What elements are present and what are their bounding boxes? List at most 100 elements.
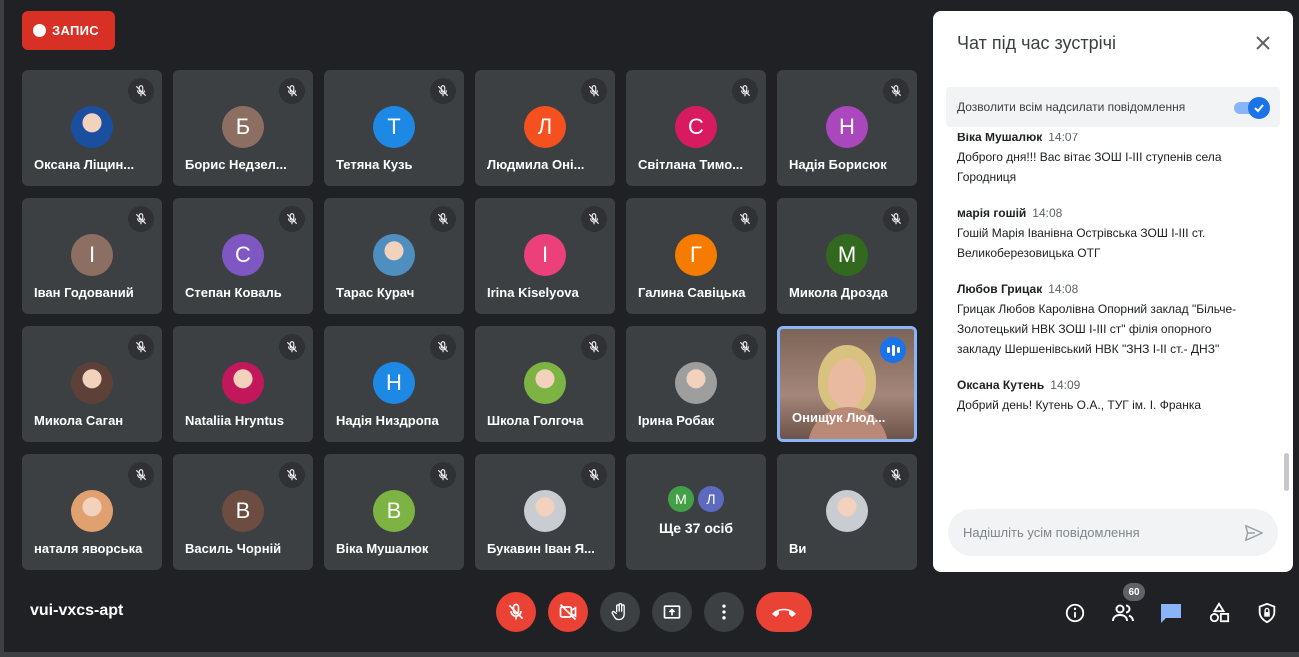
participant-tile[interactable]: С Світлана Тимо... [626,70,766,186]
chat-panel: Чат під час зустрічі Дозволити всім надс… [933,11,1293,572]
participant-name: Василь Чорній [185,541,282,556]
chat-message: Любов Грицак 14:08 Грицак Любов Каролівна … [957,282,1257,359]
participant-tile[interactable]: С Степан Коваль [173,198,313,314]
participant-tile[interactable]: Н Надія Борисюк [777,70,917,186]
participant-tile[interactable]: Оксана Ліщин... [22,70,162,186]
avatar: Г [675,234,717,276]
mic-off-icon [286,213,298,225]
participant-name: Микола Саган [34,413,124,428]
avatar [373,234,415,276]
meeting-info-button[interactable] [1062,600,1088,626]
participant-tile[interactable]: Школа Голгоча [475,326,615,442]
chat-message-meta: марія гошій 14:08 [957,206,1257,220]
chat-time: 14:07 [1048,133,1079,144]
avatar: С [222,234,264,276]
mic-off-icon [437,213,449,225]
participant-tile[interactable]: Тарас Курач [324,198,464,314]
more-options-button[interactable] [704,592,744,632]
record-dot-icon [33,24,46,37]
mic-off-icon [135,469,147,481]
participant-tile[interactable]: Б Борис Недзел... [173,70,313,186]
mic-off-icon [739,85,751,97]
avatar: І [71,234,113,276]
present-button[interactable] [652,592,692,632]
participant-tile[interactable]: Ви [777,454,917,570]
speaking-indicator-icon [880,337,906,363]
avatar: В [373,490,415,532]
muted-indicator [883,462,909,488]
chat-sender: марія гошій [957,206,1027,220]
end-call-button[interactable] [756,592,812,632]
participant-name: Онищук Люд... [792,410,886,425]
recording-badge: ЗАПИС [22,11,115,50]
participant-tile[interactable]: Микола Саган [22,326,162,442]
window-edge-bottom [0,652,1299,657]
avatar: Л [698,486,724,512]
muted-indicator [128,206,154,232]
muted-indicator [430,78,456,104]
allow-messages-row: Дозволити всім надсилати повідомлення [946,87,1280,127]
participant-name: Nataliia Hryntus [185,413,284,428]
participant-tile[interactable]: Nataliia Hryntus [173,326,313,442]
mic-off-icon [588,341,600,353]
participant-grid: Оксана Ліщин... Б Борис Недзел... Т Тетяна К… [22,70,917,570]
participant-tile[interactable]: Л Людмила Оні... [475,70,615,186]
participant-tile[interactable]: І Irina Kiselyova [475,198,615,314]
participant-tile[interactable]: М Л Ще 37 осіб [626,454,766,570]
participant-tile[interactable]: В Віка Мушалюк [324,454,464,570]
participant-name: Оксана Ліщин... [34,157,135,172]
people-button[interactable] [1110,600,1136,626]
participant-tile[interactable]: Букавин Іван Я... [475,454,615,570]
participant-name: Іван Годований [34,285,134,300]
send-button[interactable] [1242,521,1266,545]
chat-sender: Віка Мушалюк [957,133,1043,144]
chat-messages: Віка Мушалюк 14:07 Доброго дня!!! Вас віта… [957,133,1257,501]
muted-indicator [279,462,305,488]
people-icon [1112,604,1134,622]
muted-indicator [883,206,909,232]
more-participants-avatars: МЛ [668,486,724,512]
chat-time: 14:08 [1048,282,1079,296]
checkmark-icon [1254,104,1264,113]
participant-tile[interactable]: Н Надія Низдропа [324,326,464,442]
chat-sender: Оксана Кутень [957,378,1045,392]
mic-off-icon [508,603,524,620]
participant-tile[interactable]: Т Тетяна Кузь [324,70,464,186]
close-chat-button[interactable] [1251,31,1275,55]
participant-tile[interactable]: Ірина Робак [626,326,766,442]
raise-hand-button[interactable] [600,592,640,632]
chat-message-input[interactable] [963,525,1223,540]
participant-name: наталя яворська [34,541,143,556]
participant-tile[interactable]: Г Галина Савіцька [626,198,766,314]
mic-off-icon [286,469,298,481]
chat-message-meta: Оксана Кутень 14:09 [957,378,1257,392]
muted-indicator [883,78,909,104]
mic-off-icon [588,213,600,225]
people-count-badge: 60 [1123,583,1145,601]
activities-button[interactable] [1206,600,1232,626]
chat-sender: Любов Грицак [957,282,1043,296]
chat-scrollbar[interactable] [1284,453,1289,491]
participant-tile[interactable]: наталя яворська [22,454,162,570]
participant-name: Людмила Оні... [487,157,585,172]
participant-name: Ірина Робак [638,413,715,428]
participant-name: Віка Мушалюк [336,541,429,556]
end-call-icon [772,608,796,617]
mic-toggle-button[interactable] [496,592,536,632]
participant-name: Школа Голгоча [487,413,584,428]
participant-name: Тарас Курач [336,285,415,300]
info-icon [1065,603,1085,623]
host-controls-button[interactable] [1254,600,1280,626]
participant-tile[interactable]: М Микола Дрозда [777,198,917,314]
mic-off-icon [437,341,449,353]
participant-tile[interactable]: І Іван Годований [22,198,162,314]
avatar: Н [826,106,868,148]
muted-indicator [128,462,154,488]
avatar: І [524,234,566,276]
camera-toggle-button[interactable] [548,592,588,632]
participant-tile[interactable]: Онищук Люд... [777,326,917,442]
chat-button[interactable] [1158,600,1184,626]
allow-messages-toggle[interactable] [1234,97,1270,119]
participant-name: Світлана Тимо... [638,157,744,172]
participant-tile[interactable]: В Василь Чорній [173,454,313,570]
